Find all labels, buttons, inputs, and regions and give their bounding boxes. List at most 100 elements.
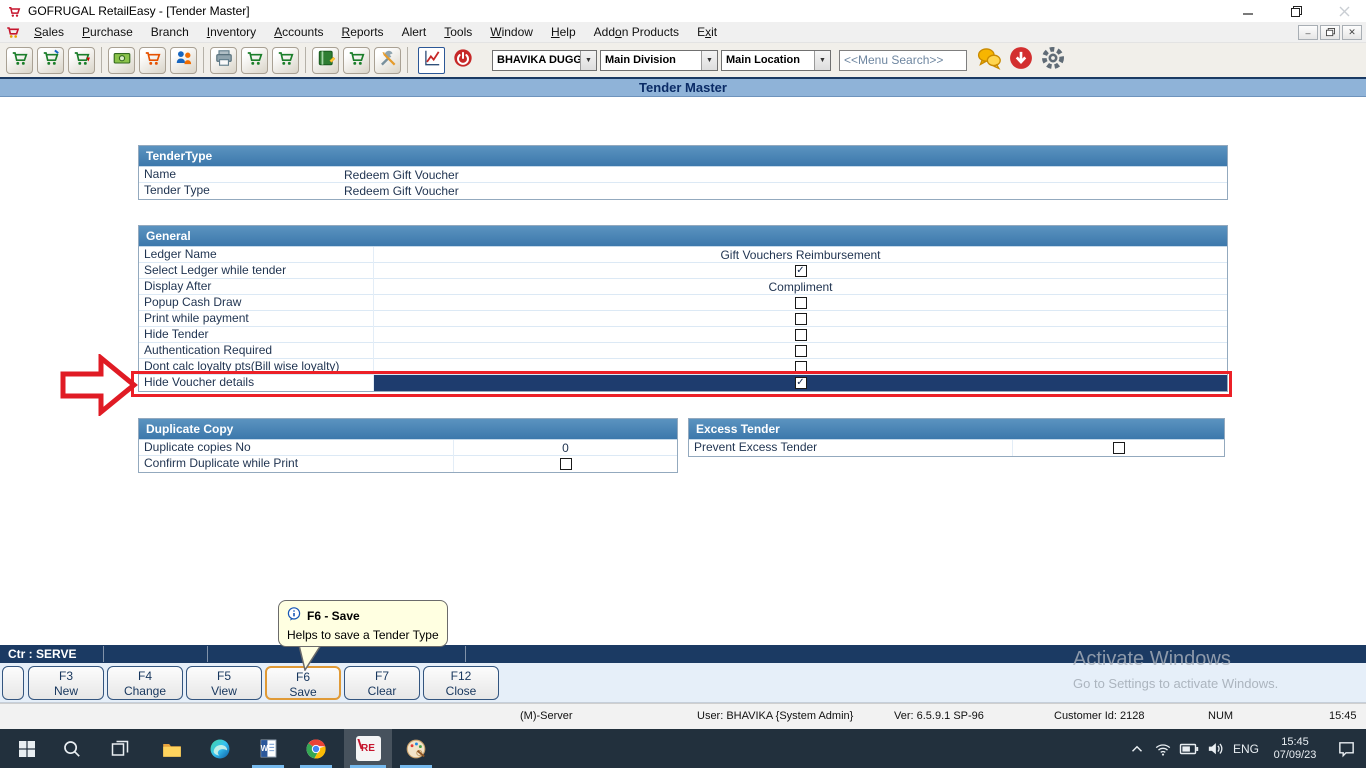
language-indicator[interactable]: ENG (1228, 742, 1264, 756)
chevron-down-icon[interactable]: ▼ (701, 50, 717, 70)
row-dont-calc-loyalty-pts-bill-wise-loyalty[interactable]: Dont calc loyalty pts(Bill wise loyalty) (139, 359, 1227, 375)
row-label: Confirm Duplicate while Print (144, 456, 299, 470)
row-popup-cash-draw[interactable]: Popup Cash Draw (139, 295, 1227, 311)
menu-item-exit[interactable]: Exit (688, 22, 726, 43)
retaileasy-logo: RE (355, 736, 381, 761)
row-display-after[interactable]: Display After Compliment (139, 279, 1227, 295)
mdi-minimize-button[interactable]: – (1298, 25, 1318, 40)
download-button[interactable] (1007, 46, 1035, 74)
fkey-label: F5 (216, 669, 231, 683)
location-dropdown[interactable]: Main Location ▼ (721, 49, 831, 71)
menu-item-help[interactable]: Help (542, 22, 585, 43)
sales-edit-cart-button[interactable] (37, 46, 64, 74)
mdi-close-button[interactable]: ✕ (1342, 25, 1362, 40)
bill-cart-icon (245, 48, 265, 73)
wifi-icon[interactable] (1150, 729, 1176, 768)
taskbar-edge-icon[interactable] (198, 729, 242, 768)
taskbar-word-icon[interactable]: W (246, 729, 290, 768)
printer-button[interactable] (210, 46, 237, 74)
popup-cash-draw-checkbox[interactable] (794, 297, 807, 309)
receipt-money-button[interactable] (108, 46, 135, 74)
mdi-restore-button[interactable] (1320, 25, 1340, 40)
notification-center-icon[interactable] (1326, 729, 1366, 768)
menu-item-inventory[interactable]: Inventory (198, 22, 265, 43)
f12-close-button[interactable]: F12 Close (423, 666, 499, 700)
division-dropdown[interactable]: Main Division ▼ (600, 49, 718, 71)
f7-clear-button[interactable]: F7 Clear (344, 666, 420, 700)
row-prevent-excess-tender[interactable]: Prevent Excess Tender (689, 440, 1224, 456)
hide-voucher-details-checkbox[interactable]: ✓ (794, 377, 807, 389)
battery-icon[interactable] (1176, 729, 1202, 768)
taskbar-paint-icon[interactable] (394, 729, 438, 768)
reports-chart-button[interactable] (418, 46, 445, 74)
sales-cart-button[interactable] (6, 46, 33, 74)
stock-cart-button[interactable] (343, 46, 370, 74)
taskbar-search-icon[interactable] (50, 729, 94, 768)
purchase-cart-icon (143, 48, 163, 73)
taskbar-retaileasy-icon[interactable]: RE (344, 729, 392, 768)
row-hide-voucher-details[interactable]: Hide Voucher details ✓ (139, 375, 1227, 391)
tooltip-text: Helps to save a Tender Type (287, 628, 439, 642)
authentication-required-checkbox[interactable] (794, 345, 807, 357)
minimize-button[interactable] (1233, 1, 1263, 21)
display-after-value: Compliment (768, 279, 833, 294)
customers-button[interactable] (170, 46, 197, 74)
menu-search-input[interactable] (839, 49, 967, 71)
row-confirm-duplicate-while-print[interactable]: Confirm Duplicate while Print (139, 456, 677, 472)
row-authentication-required[interactable]: Authentication Required (139, 343, 1227, 359)
hide-tender-checkbox[interactable] (794, 329, 807, 341)
chevron-down-icon[interactable]: ▼ (580, 50, 596, 70)
chevron-down-icon[interactable]: ▼ (814, 50, 830, 70)
menu-item-branch[interactable]: Branch (142, 22, 198, 43)
row-print-while-payment[interactable]: Print while payment (139, 311, 1227, 327)
menu-item-purchase[interactable]: Purchase (73, 22, 142, 43)
settings-button[interactable] (1039, 46, 1067, 74)
menu-item-window[interactable]: Window (481, 22, 542, 43)
sales-return-cart-button[interactable] (68, 46, 95, 74)
menu-item-alert[interactable]: Alert (393, 22, 436, 43)
row-select-ledger-while-tender[interactable]: Select Ledger while tender ✓ (139, 263, 1227, 279)
blank-button[interactable] (2, 666, 24, 700)
f3-new-button[interactable]: F3 New (28, 666, 104, 700)
taskbar-file-explorer-icon[interactable] (150, 729, 194, 768)
speaker-icon[interactable] (1202, 729, 1228, 768)
tools-button[interactable] (374, 46, 401, 74)
f4-change-button[interactable]: F4 Change (107, 666, 183, 700)
toolbar-separator (101, 47, 102, 73)
taskbar-start-icon[interactable] (5, 729, 49, 768)
menu-item-accounts[interactable]: Accounts (265, 22, 332, 43)
row-label: Popup Cash Draw (144, 295, 242, 309)
prevent-excess-tender-checkbox[interactable] (1112, 442, 1125, 454)
row-label: Authentication Required (144, 343, 273, 357)
row-tender-type[interactable]: Tender Type Redeem Gift Voucher (139, 183, 1227, 199)
row-name[interactable]: Name Redeem Gift Voucher (139, 167, 1227, 183)
menu-item-tools[interactable]: Tools (435, 22, 481, 43)
row-hide-tender[interactable]: Hide Tender (139, 327, 1227, 343)
menu-item-addon-products[interactable]: Addon Products (585, 22, 688, 43)
f5-view-button[interactable]: F5 View (186, 666, 262, 700)
menu-item-sales[interactable]: Sales (25, 22, 73, 43)
order-cart-button[interactable] (272, 46, 299, 74)
counter-bar: Ctr : SERVE (0, 645, 1366, 663)
bill-cart-button[interactable] (241, 46, 268, 74)
row-ledger-name[interactable]: Ledger Name Gift Vouchers Reimbursement (139, 247, 1227, 263)
taskbar-chrome-icon[interactable] (294, 729, 338, 768)
chevron-up-icon[interactable] (1124, 729, 1150, 768)
chat-button[interactable] (975, 46, 1003, 74)
menu-item-reports[interactable]: Reports (333, 22, 393, 43)
power-button[interactable] (449, 47, 476, 74)
print-while-payment-checkbox[interactable] (794, 313, 807, 325)
user-dropdown[interactable]: BHAVIKA DUGGA▼ (492, 49, 597, 71)
confirm-duplicate-while-print-checkbox[interactable] (559, 458, 572, 470)
row-duplicate-copies-no[interactable]: Duplicate copies No 0 (139, 440, 677, 456)
restore-button[interactable] (1281, 1, 1311, 21)
close-button[interactable] (1329, 1, 1359, 21)
select-ledger-while-tender-checkbox[interactable]: ✓ (794, 265, 807, 277)
ledger-book-button[interactable] (312, 46, 339, 74)
taskbar-task-view-icon[interactable] (98, 729, 142, 768)
dont-calc-loyalty-pts-bill-wise-loyalty-checkbox[interactable] (794, 361, 807, 373)
taskbar-clock[interactable]: 15:45 07/09/23 (1264, 736, 1326, 762)
purchase-cart-button[interactable] (139, 46, 166, 74)
general-section-header: General (139, 226, 1227, 247)
settings-icon (1040, 45, 1066, 76)
